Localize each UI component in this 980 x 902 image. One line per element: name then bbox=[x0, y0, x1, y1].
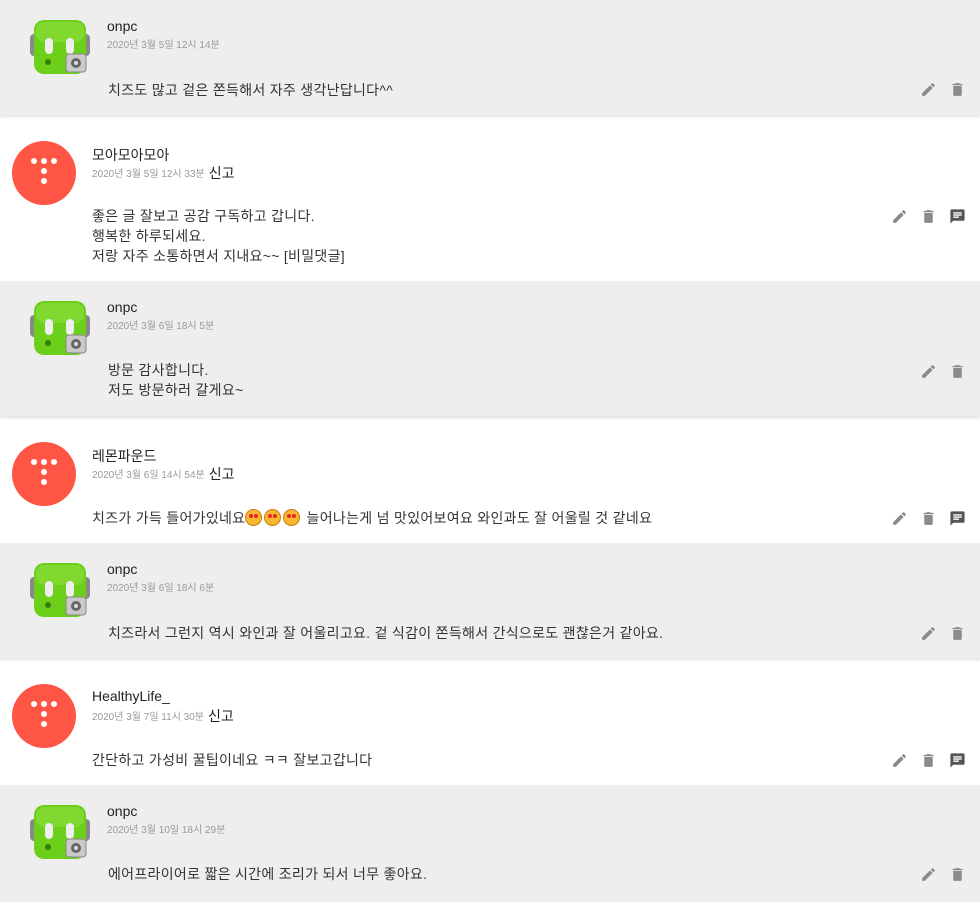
trash-icon[interactable] bbox=[949, 363, 966, 380]
reply-comment: onpc 2020년 3월 5일 12시 14분 치즈도 많고 겉은 쫀득해서 … bbox=[0, 0, 980, 115]
report-link[interactable]: 신고 bbox=[209, 165, 235, 181]
comment-icon[interactable] bbox=[949, 510, 966, 527]
timestamp-text: 2020년 3월 7일 11시 30분 bbox=[92, 712, 204, 723]
trash-icon[interactable] bbox=[949, 625, 966, 642]
comment-timestamp: 2020년 3월 5일 12시 14분 bbox=[107, 36, 220, 51]
comment-body: 에어프라이어로 짧은 시간에 조리가 되서 너무 좋아요. bbox=[108, 866, 428, 882]
comment-timestamp: 2020년 3월 7일 11시 30분 신고 bbox=[92, 706, 234, 726]
robot-avatar[interactable] bbox=[28, 801, 92, 865]
pencil-icon[interactable] bbox=[891, 208, 908, 225]
top-comment: 레몬파운드 2020년 3월 6일 14시 54분 신고 치즈가 가득 들어가있네… bbox=[0, 428, 980, 543]
comment-timestamp: 2020년 3월 10일 18시 29분 bbox=[107, 821, 225, 836]
trash-icon[interactable] bbox=[949, 81, 966, 98]
top-comment: 모아모아모아 2020년 3월 5일 12시 33분 신고 좋은 글 잘보고 공감… bbox=[0, 127, 980, 281]
comment-actions bbox=[920, 866, 966, 883]
comment-body: 좋은 글 잘보고 공감 구독하고 갑니다. 행복한 하루되세요. 저랑 자주 소… bbox=[92, 208, 345, 264]
comment-actions bbox=[891, 510, 966, 527]
comment-timestamp: 2020년 3월 5일 12시 33분 신고 bbox=[92, 163, 235, 183]
comment-actions bbox=[920, 363, 966, 380]
timestamp-text: 2020년 3월 10일 18시 29분 bbox=[107, 825, 226, 836]
robot-avatar[interactable] bbox=[28, 559, 92, 623]
trash-icon[interactable] bbox=[920, 752, 937, 769]
comment-text: 늘어나는게 넘 맛있어보여요 와인과도 잘 어울릴 것 같네요 bbox=[302, 510, 653, 526]
pencil-icon[interactable] bbox=[920, 625, 937, 642]
pencil-icon[interactable] bbox=[920, 81, 937, 98]
reply-comment: onpc 2020년 3월 6일 18시 6분 치즈라서 그런지 역시 와인과 … bbox=[0, 543, 980, 658]
commenter-name[interactable]: 모아모아모아 bbox=[92, 145, 169, 165]
commenter-name[interactable]: 레몬파운드 bbox=[92, 446, 156, 466]
heart-eyes-emoji-icon bbox=[283, 509, 301, 526]
commenter-name[interactable]: HealthyLife_ bbox=[92, 688, 170, 704]
trash-icon[interactable] bbox=[920, 208, 937, 225]
comment-actions bbox=[891, 752, 966, 769]
report-link[interactable]: 신고 bbox=[208, 708, 234, 724]
comment-body: 치즈도 많고 겉은 쫀득해서 자주 생각난답니다^^ bbox=[108, 82, 394, 98]
comment-timestamp: 2020년 3월 6일 18시 5분 bbox=[107, 317, 214, 332]
pencil-icon[interactable] bbox=[891, 510, 908, 527]
comment-actions bbox=[920, 625, 966, 642]
reply-comment: onpc 2020년 3월 10일 18시 29분 에어프라이어로 짧은 시간에… bbox=[0, 785, 980, 902]
comment-timestamp: 2020년 3월 6일 14시 54분 신고 bbox=[92, 464, 235, 484]
heart-eyes-emoji-icon bbox=[264, 509, 282, 526]
tistory-avatar[interactable] bbox=[12, 442, 76, 506]
comment-body: 치즈라서 그런지 역시 와인과 잘 어울리고요. 겉 식감이 쫀득해서 간식으로… bbox=[108, 625, 664, 641]
comment-actions bbox=[920, 81, 966, 98]
commenter-name[interactable]: onpc bbox=[107, 299, 137, 315]
timestamp-text: 2020년 3월 6일 14시 54분 bbox=[92, 470, 205, 481]
comment-timestamp: 2020년 3월 6일 18시 6분 bbox=[107, 579, 214, 594]
pencil-icon[interactable] bbox=[920, 363, 937, 380]
tistory-avatar[interactable] bbox=[12, 141, 76, 205]
robot-avatar[interactable] bbox=[28, 297, 92, 361]
comment-body: 방문 감사합니다. 저도 방문하러 갈게요~ bbox=[108, 362, 244, 398]
pencil-icon[interactable] bbox=[920, 866, 937, 883]
timestamp-text: 2020년 3월 6일 18시 5분 bbox=[107, 321, 215, 332]
top-comment: HealthyLife_ 2020년 3월 7일 11시 30분 신고 간단하고 … bbox=[0, 670, 980, 785]
pencil-icon[interactable] bbox=[891, 752, 908, 769]
comment-icon[interactable] bbox=[949, 208, 966, 225]
comment-actions bbox=[891, 208, 966, 225]
timestamp-text: 2020년 3월 5일 12시 14분 bbox=[107, 40, 220, 51]
report-link[interactable]: 신고 bbox=[209, 466, 235, 482]
trash-icon[interactable] bbox=[949, 866, 966, 883]
commenter-name[interactable]: onpc bbox=[107, 18, 137, 34]
commenter-name[interactable]: onpc bbox=[107, 803, 137, 819]
heart-eyes-emoji-icon bbox=[245, 509, 263, 526]
reply-comment: onpc 2020년 3월 6일 18시 5분 방문 감사합니다. 저도 방문하… bbox=[0, 281, 980, 416]
robot-avatar[interactable] bbox=[28, 16, 92, 80]
comment-icon[interactable] bbox=[949, 752, 966, 769]
comment-text: 치즈가 가득 들어가있네요 bbox=[92, 510, 246, 526]
tistory-avatar[interactable] bbox=[12, 684, 76, 748]
commenter-name[interactable]: onpc bbox=[107, 561, 137, 577]
comment-body: 간단하고 가성비 꿀팁이네요 ㅋㅋ 잘보고갑니다 bbox=[92, 752, 373, 768]
trash-icon[interactable] bbox=[920, 510, 937, 527]
timestamp-text: 2020년 3월 6일 18시 6분 bbox=[107, 583, 215, 594]
comment-body: 치즈가 가득 들어가있네요 늘어나는게 넘 맛있어보여요 와인과도 잘 어울릴 … bbox=[92, 508, 652, 528]
timestamp-text: 2020년 3월 5일 12시 33분 bbox=[92, 169, 205, 180]
